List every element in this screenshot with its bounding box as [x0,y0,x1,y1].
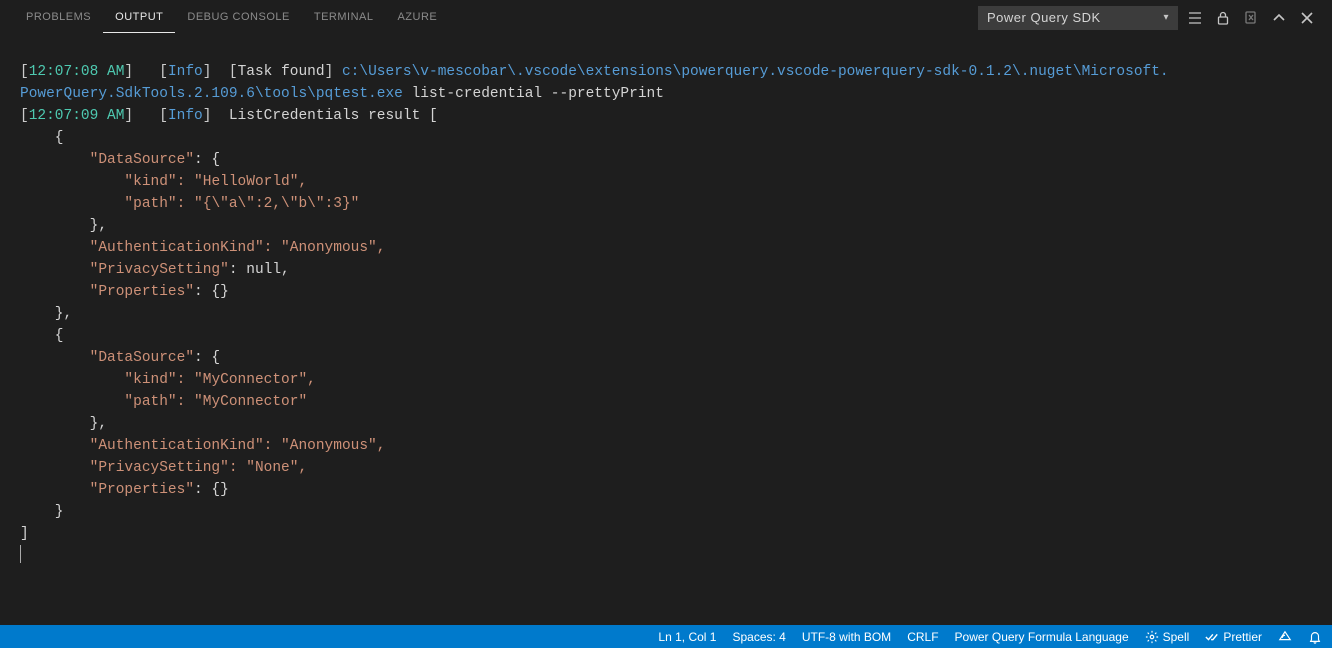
close-panel-icon[interactable] [1296,7,1318,29]
double-check-icon [1205,630,1219,644]
timestamp-2: 12:07:09 AM [29,108,125,124]
json-key: "PrivacySetting" [20,262,229,278]
status-bar: Ln 1, Col 1 Spaces: 4 UTF-8 with BOM CRL… [0,625,1332,648]
json-key: "AuthenticationKind" [20,438,264,454]
tab-problems[interactable]: PROBLEMS [14,3,103,32]
log-level: Info [168,64,203,80]
log-level-2: Info [168,108,203,124]
output-channel-label: Power Query SDK [987,10,1101,25]
json-key: "kind" [20,372,177,388]
status-spaces[interactable]: Spaces: 4 [732,630,785,644]
panel-tabs: PROBLEMS OUTPUT DEBUG CONSOLE TERMINAL A… [0,0,1332,35]
status-cursor-pos[interactable]: Ln 1, Col 1 [658,630,716,644]
status-prettier[interactable]: Prettier [1205,630,1262,644]
json-line: { [20,130,64,146]
tab-terminal[interactable]: TERMINAL [302,3,386,32]
text-cursor [20,545,21,563]
clear-output-icon[interactable] [1240,7,1262,29]
status-encoding[interactable]: UTF-8 with BOM [802,630,891,644]
list-icon[interactable] [1184,7,1206,29]
json-key: "path" [20,394,177,410]
json-key: "path" [20,196,177,212]
json-key: "DataSource" [20,350,194,366]
status-spell[interactable]: Spell [1145,630,1190,644]
task-label: Task found [238,64,325,80]
status-language[interactable]: Power Query Formula Language [955,630,1129,644]
json-key: "kind" [20,174,177,190]
tab-debug-console[interactable]: DEBUG CONSOLE [175,3,301,32]
json-key: "AuthenticationKind" [20,240,264,256]
collapse-panel-icon[interactable] [1268,7,1290,29]
json-key: "Properties" [20,482,194,498]
status-bell-icon[interactable] [1308,630,1322,644]
json-key: "DataSource" [20,152,194,168]
panel-tab-actions: Power Query SDK ▾ [978,6,1318,30]
exe-command: list-credential --prettyPrint [412,86,664,102]
status-eol[interactable]: CRLF [907,630,938,644]
exe-path-a: c:\Users\v-mescobar\.vscode\extensions\p… [342,64,1169,80]
status-feedback-icon[interactable] [1278,630,1292,644]
tab-azure[interactable]: AZURE [385,3,449,32]
output-channel-select[interactable]: Power Query SDK ▾ [978,6,1178,30]
json-key: "PrivacySetting" [20,460,229,476]
result-label: ListCredentials result [ [229,108,438,124]
chevron-down-icon: ▾ [1163,12,1169,23]
timestamp: 12:07:08 AM [29,64,125,80]
json-key: "Properties" [20,284,194,300]
output-content[interactable]: [12:07:08 AM] [Info] [Task found] c:\Use… [0,35,1332,568]
gear-icon [1145,630,1159,644]
exe-path-b: PowerQuery.SdkTools.2.109.6\tools\pqtest… [20,86,403,102]
tab-output[interactable]: OUTPUT [103,3,175,33]
lock-icon[interactable] [1212,7,1234,29]
